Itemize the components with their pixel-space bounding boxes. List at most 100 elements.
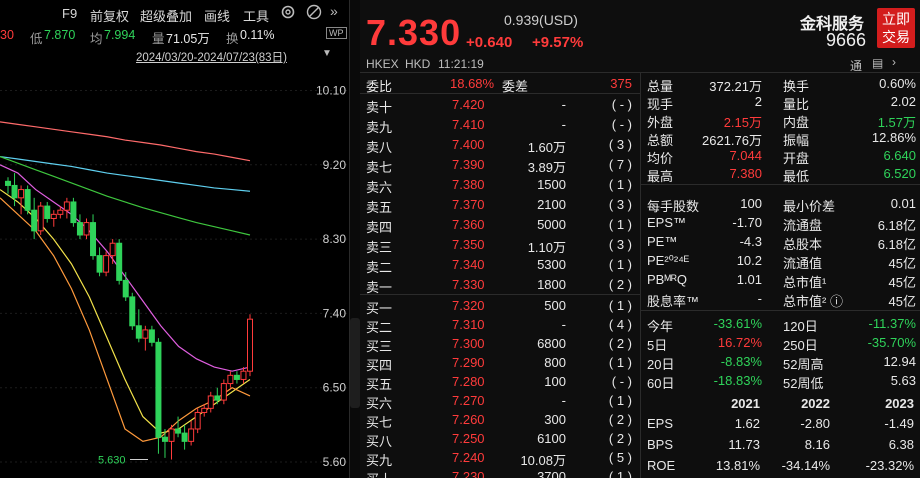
bid-row[interactable]: 买六 7.270-( 1 ) [360, 391, 640, 411]
date-range-label[interactable]: 2024/03/20-2024/07/23(83日) [136, 49, 287, 65]
annual-metric-value: -1.49 [884, 416, 914, 431]
ask-row[interactable]: 卖九 7.410 - ( - ) [360, 115, 640, 135]
stat-row: PBᴹᴿQ 1.01 总市值¹ 45亿 [641, 270, 920, 290]
bid-row[interactable]: 买九 7.240 10.08万( 5 ) [360, 448, 640, 468]
bid-row[interactable]: 买四 7.290 800( 1 ) [360, 353, 640, 373]
date-range-bar: 2024/03/20-2024/07/23(83日) ▼ [0, 46, 350, 66]
low-value: 7.870 [44, 28, 76, 42]
stat-row: PE™ -4.3 总股本 6.18亿 [641, 232, 920, 252]
candle-body [37, 205, 44, 232]
stat-value: 12.94 [883, 354, 916, 369]
bid-row[interactable]: 买一 7.320 500( 1 ) [360, 296, 640, 316]
stat-row: 均价 7.044 开盘 6.640 [641, 146, 920, 166]
stat-row: 股息率™ - 总市值² ⓘ 45亿 [641, 289, 920, 309]
panel-scroll-handle[interactable] [350, 318, 360, 408]
bid-row[interactable]: 买十 7.230 3700 ( 1 ) [360, 467, 640, 478]
candle-body [76, 222, 83, 236]
stat-value: 2.02 [890, 94, 916, 109]
level-price: 7.230 [452, 469, 485, 478]
ask-row[interactable]: 卖一 7.330 1800 ( 2 ) [360, 275, 640, 295]
candle-body [168, 428, 175, 442]
vol-label: 量 [152, 32, 165, 46]
candle-body [201, 407, 208, 413]
stat-value: 7.380 [729, 166, 762, 181]
candle-body [103, 255, 110, 273]
annual-metric-value: 1.62 [734, 416, 760, 431]
draw-button[interactable]: 画线 [204, 6, 230, 25]
collapse-chevron-icon[interactable]: » [330, 3, 338, 19]
trade-now-button[interactable]: 立即 交易 [877, 8, 915, 48]
level-volume: - [561, 117, 566, 132]
tools-button[interactable]: 工具 [243, 6, 269, 25]
bid-row[interactable]: 买八 7.250 6100( 2 ) [360, 429, 640, 449]
menu-icon[interactable]: ▤ [872, 56, 883, 70]
level-order-count: ( 1 ) [608, 393, 632, 408]
weibi-row: 委比 18.68% 委差 375 [360, 74, 640, 94]
dropdown-icon[interactable]: ▼ [322, 48, 332, 59]
annual-metric-label: EPS [647, 416, 674, 431]
ask-row[interactable]: 卖三 7.350 1.10万 ( 3 ) [360, 235, 640, 255]
stat-value: 7.044 [729, 148, 762, 163]
no-entry-icon[interactable] [306, 4, 322, 23]
stat-value: 12.86% [871, 130, 916, 145]
y-tick-label: 10.10 [316, 84, 346, 98]
candle-body [214, 395, 221, 401]
kline-chart-panel[interactable]: F9 前复权 超级叠加 画线 工具 » 30 低 7.870 均 7.994 量… [0, 0, 350, 478]
annual-metric-value: -34.14% [781, 458, 830, 473]
ask-row[interactable]: 卖七 7.390 3.89万 ( 7 ) [360, 155, 640, 175]
bid-row[interactable]: 买五 7.280 100( - ) [360, 372, 640, 392]
stat-value: -4.3 [739, 234, 762, 249]
level-order-count: ( 2 ) [608, 277, 632, 292]
adjust-button[interactable]: 前复权 [90, 6, 129, 25]
stat-value: 45亿 [888, 294, 916, 309]
ask-row[interactable]: 卖二 7.340 5300 ( 1 ) [360, 255, 640, 275]
level-volume: 100 [544, 374, 566, 389]
level-price: 7.390 [452, 157, 485, 172]
ask-row[interactable]: 卖五 7.370 2100 ( 3 ) [360, 195, 640, 215]
year-header: 2022 [801, 396, 830, 411]
level-price: 7.360 [452, 217, 485, 232]
level-volume: 5300 [537, 257, 566, 272]
level-label: 卖七 [366, 160, 393, 175]
stat-row: EPS™ -1.70 流通盘 6.18亿 [641, 213, 920, 233]
stat-value: 16.72% [717, 335, 762, 350]
wp-badge[interactable]: WP [326, 27, 347, 39]
weicha-value: 375 [610, 76, 632, 91]
ask-row[interactable]: 卖八 7.400 1.60万 ( 3 ) [360, 135, 640, 155]
level-order-count: ( 1 ) [608, 355, 632, 370]
overlay-button[interactable]: 超级叠加 [140, 6, 192, 25]
candle-body [109, 242, 116, 257]
ask-row[interactable]: 卖六 7.380 1500 ( 1 ) [360, 175, 640, 195]
annual-metric-value: 11.73 [728, 437, 760, 452]
bid-row[interactable]: 买三 7.300 6800( 2 ) [360, 334, 640, 354]
candle-body [148, 329, 155, 343]
min-price-label: 5.630 [98, 455, 126, 467]
y-tick-label: 8.30 [323, 232, 347, 246]
candle-body [135, 325, 142, 339]
kline-quote-strip: 30 低 7.870 均 7.994 量 71.05万 换 0.11% WP [0, 26, 350, 46]
stat-row: 现手 2 量比 2.02 [641, 92, 920, 112]
ask-row[interactable]: 卖四 7.360 5000 ( 1 ) [360, 215, 640, 235]
candle-body [83, 222, 90, 236]
chevron-right-icon[interactable]: › [892, 55, 896, 69]
bid-row[interactable]: 买二 7.310-( 4 ) [360, 315, 640, 335]
avg-label: 均 [90, 32, 103, 46]
stat-row: 总额 2621.76万 振幅 12.86% [641, 128, 920, 148]
f9-button[interactable]: F9 [62, 6, 77, 21]
candle-body [50, 213, 57, 219]
bid-row[interactable]: 买七 7.260 300( 2 ) [360, 410, 640, 430]
level-volume: 3700 [537, 469, 566, 478]
candle-body [220, 383, 227, 401]
level-volume: 1.10万 [527, 240, 566, 255]
gear-icon[interactable] [280, 4, 296, 23]
annual-row: BPS 11.73 8.16 6.38 [641, 435, 920, 455]
stat-label: PBᴹᴿQ [647, 272, 687, 287]
level-volume: 1.60万 [527, 140, 566, 155]
level-price: 7.260 [452, 412, 485, 427]
stat-value: -11.37% [868, 316, 916, 331]
stat-value: -1.70 [732, 215, 762, 230]
level-label: 卖六 [366, 180, 393, 195]
stat-value: 5.63 [890, 373, 916, 388]
stat-label: 60日 [647, 376, 675, 391]
ask-row[interactable]: 卖十 7.420 - ( - ) [360, 95, 640, 115]
